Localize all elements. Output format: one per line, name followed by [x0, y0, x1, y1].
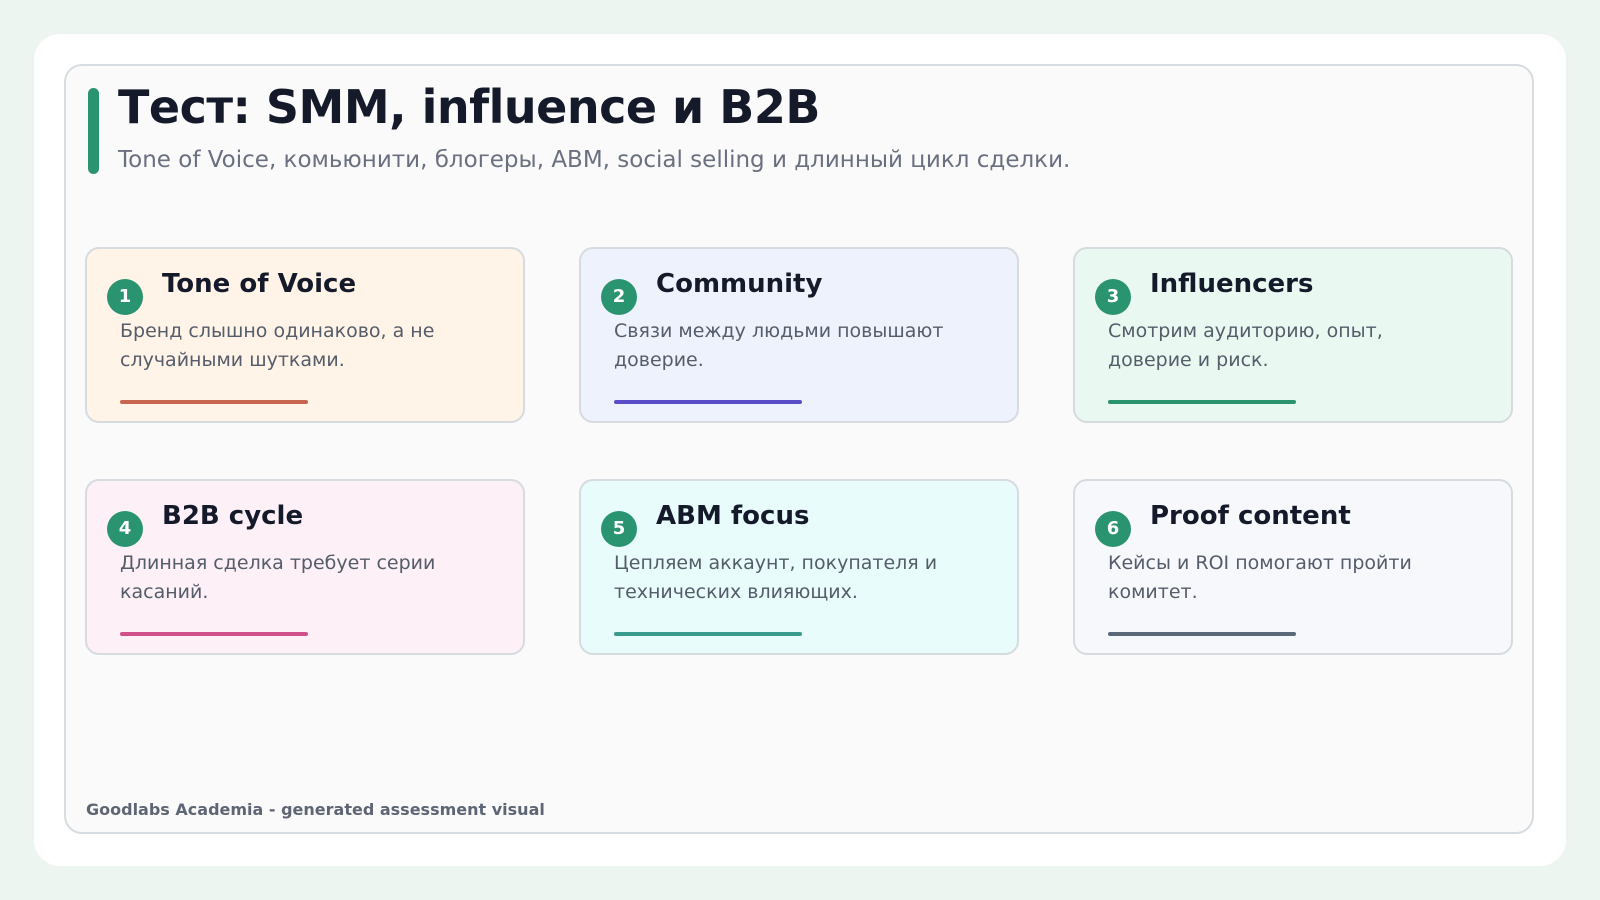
card-accent-line — [120, 632, 308, 636]
title-accent-bar — [88, 88, 99, 174]
card-title: Influencers — [1150, 269, 1314, 299]
card-number-badge: 3 — [1095, 279, 1131, 315]
card-number-badge: 2 — [601, 279, 637, 315]
card-description: Кейсы и ROI помогают пройти комитет. — [1108, 552, 1412, 603]
card-number-badge: 6 — [1095, 511, 1131, 547]
card-accent-line — [1108, 632, 1296, 636]
card-accent-line — [614, 632, 802, 636]
card-accent-line — [120, 400, 308, 404]
card-number-badge: 5 — [601, 511, 637, 547]
footer-caption: Goodlabs Academia - generated assessment… — [86, 800, 545, 819]
card-proof-content: 6 Proof content Кейсы и ROI помогают про… — [1073, 479, 1513, 655]
card-accent-line — [1108, 400, 1296, 404]
card-description: Смотрим аудиторию, опыт, доверие и риск. — [1108, 320, 1383, 371]
card-description: Цепляем аккаунт, покупателя и технически… — [614, 552, 938, 603]
card-tone-of-voice: 1 Tone of Voice Бренд слышно одинаково, … — [85, 247, 525, 423]
card-number-badge: 1 — [107, 279, 143, 315]
content-panel — [64, 64, 1534, 834]
card-title: B2B cycle — [162, 501, 304, 531]
card-influencers: 3 Influencers Смотрим аудиторию, опыт, д… — [1073, 247, 1513, 423]
card-description: Связи между людьми повышают доверие. — [614, 320, 944, 371]
card-abm-focus: 5 ABM focus Цепляем аккаунт, покупателя … — [579, 479, 1019, 655]
page-title: Тест: SMM, influence и B2B — [118, 80, 820, 134]
page-subtitle: Tone of Voice, комьюнити, блогеры, ABM, … — [118, 147, 1071, 173]
card-title: ABM focus — [656, 501, 810, 531]
card-description: Бренд слышно одинаково, а не случайными … — [120, 320, 435, 371]
card-description: Длинная сделка требует серии касаний. — [120, 552, 436, 603]
card-accent-line — [614, 400, 802, 404]
card-community: 2 Community Связи между людьми повышают … — [579, 247, 1019, 423]
card-title: Proof content — [1150, 501, 1351, 531]
card-title: Community — [656, 269, 823, 299]
card-number-badge: 4 — [107, 511, 143, 547]
card-title: Tone of Voice — [162, 269, 357, 299]
card-b2b-cycle: 4 B2B cycle Длинная сделка требует серии… — [85, 479, 525, 655]
